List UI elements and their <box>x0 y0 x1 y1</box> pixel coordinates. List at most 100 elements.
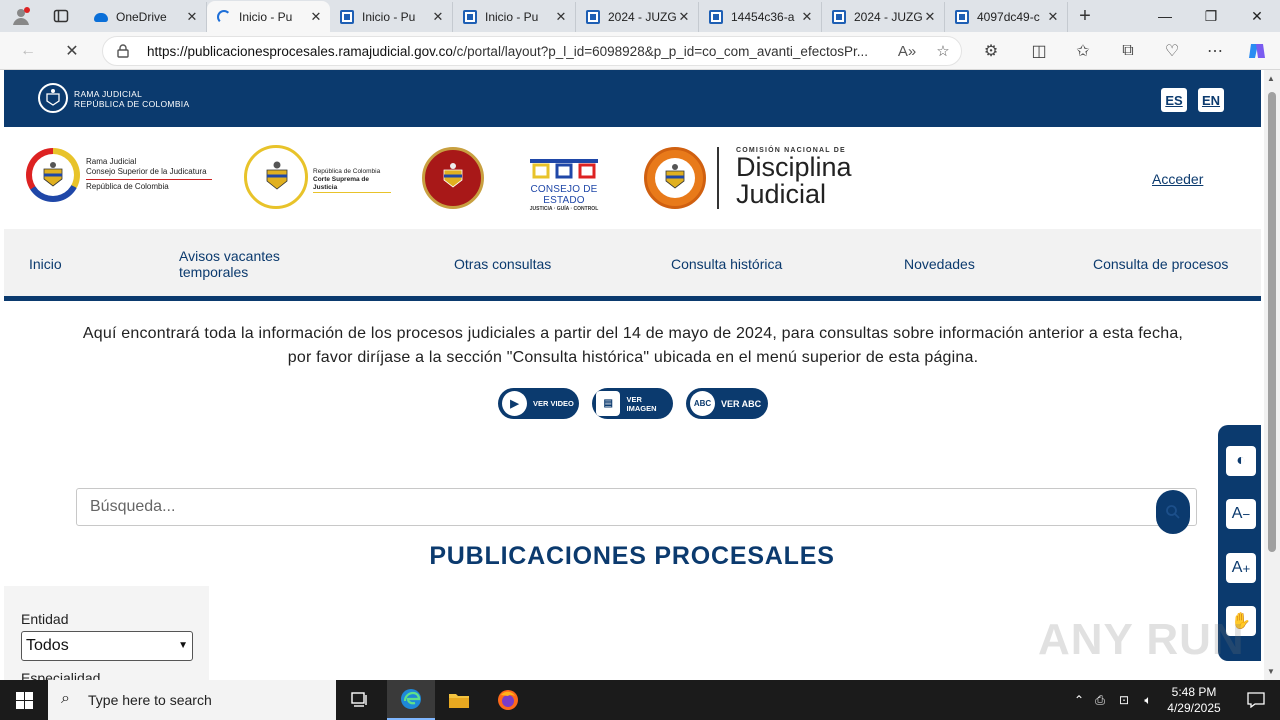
logo-divider <box>717 147 719 209</box>
ver-video-label: VER VIDEO <box>533 399 574 408</box>
split-screen-icon[interactable]: ◫ <box>1025 38 1053 64</box>
csj-line3: República de Colombia <box>86 182 169 191</box>
tab-4097dc49[interactable]: 4097dc49-c ✕ <box>945 2 1068 32</box>
institution-logos: Rama Judicial Consejo Superior de la Jud… <box>4 127 1261 229</box>
menu-consulta-historica[interactable]: Consulta histórica <box>671 256 782 272</box>
menu-otras-consultas[interactable]: Otras consultas <box>454 256 551 272</box>
network-icon[interactable]: ⊡ <box>1112 693 1136 707</box>
csj-text: Rama Judicial Consejo Superior de la Jud… <box>86 157 212 192</box>
notifications-icon[interactable] <box>1232 680 1280 720</box>
entidad-select[interactable]: Todos ▼ <box>21 631 193 661</box>
read-aloud-icon[interactable]: A» <box>889 43 925 60</box>
browser-tab-strip: OneDrive ✕ Inicio - Pu ✕ Inicio - Pu ✕ Inic… <box>0 0 1280 32</box>
disciplina-text: Disciplina <box>736 152 852 182</box>
firefox-icon[interactable] <box>484 680 532 720</box>
increase-font-icon[interactable]: A + <box>1226 553 1256 583</box>
tab-label: 4097dc49-c <box>977 10 1040 24</box>
menu-consulta-procesos[interactable]: Consulta de procesos <box>1093 256 1228 272</box>
menu-inicio[interactable]: Inicio <box>29 256 62 272</box>
tab-2024-juzg[interactable]: 2024 - JUZG ✕ <box>576 2 699 32</box>
chevron-down-icon: ▼ <box>178 640 188 651</box>
ver-abc-button[interactable]: ABC VER ABC <box>686 388 768 419</box>
tab-2024-juzg-2[interactable]: 2024 - JUZG ✕ <box>822 2 945 32</box>
address-bar[interactable]: https://publicacionesprocesales.ramajudi… <box>102 36 962 66</box>
stop-loading-button[interactable]: ✕ <box>58 38 86 64</box>
intro-line1: Aquí encontrará toda la información de l… <box>82 325 1184 342</box>
consejo-estado-motto: JUSTICIA · GUÍA · CONTROL <box>529 206 599 212</box>
entidad-select-value: Todos <box>26 637 69 654</box>
back-button[interactable]: ← <box>14 38 42 64</box>
menu-novedades[interactable]: Novedades <box>904 256 975 272</box>
search-input[interactable] <box>77 489 1157 525</box>
tray-chevron-up-icon[interactable]: ⌃ <box>1070 693 1088 707</box>
minimize-button[interactable]: — <box>1142 0 1188 32</box>
close-tab-icon[interactable]: ✕ <box>922 9 938 25</box>
edge-taskbar-icon[interactable] <box>387 680 435 720</box>
lock-icon <box>117 44 131 58</box>
search-box <box>76 488 1197 534</box>
taskbar-search-box[interactable]: ⌕ Type here to search <box>48 680 336 720</box>
clock-date: 4/29/2025 <box>1167 701 1221 715</box>
decrease-font-icon[interactable]: A − <box>1226 499 1256 529</box>
restore-button[interactable]: ❐ <box>1188 0 1234 32</box>
tab-inicio-2[interactable]: Inicio - Pu ✕ <box>330 2 453 32</box>
tab-label: 14454c36-a <box>731 10 795 24</box>
contrast-icon[interactable]: ◐ <box>1226 446 1256 476</box>
collections-icon[interactable]: ⧉ <box>1114 38 1142 64</box>
ver-imagen-label: VER IMAGEN <box>626 394 657 413</box>
menu-avisos-vacantes[interactable]: Avisos vacantes temporales <box>179 248 280 280</box>
close-tab-icon[interactable]: ✕ <box>184 9 200 25</box>
close-tab-icon[interactable]: ✕ <box>799 9 815 25</box>
close-tab-icon[interactable]: ✕ <box>308 9 324 25</box>
file-explorer-icon[interactable] <box>435 680 483 720</box>
system-tray: ⌃ ⎙ ⊡ 🔈︎ <box>1070 680 1160 720</box>
browser-essentials-icon[interactable]: ♡ <box>1158 38 1186 64</box>
banner-org-line2: República de Colombia <box>74 99 190 109</box>
site-favicon-icon <box>340 10 354 24</box>
extensions-icon[interactable]: ⚙ <box>977 38 1005 64</box>
tab-actions-icon[interactable] <box>40 0 82 32</box>
lang-es-button[interactable]: ES <box>1161 88 1187 112</box>
ver-video-button[interactable]: ▶ VER VIDEO <box>498 388 579 419</box>
page-scrollbar[interactable]: ▲ ▼ <box>1264 70 1280 680</box>
url-path: /c/portal/layout?p_l_id=6098928&p_p_id=c… <box>452 43 868 59</box>
csj-line1: Rama Judicial <box>86 157 137 166</box>
favorites-icon[interactable]: ✩ <box>1069 38 1097 64</box>
favorite-star-icon[interactable]: ☆ <box>925 42 961 60</box>
judicial-text: Judicial <box>736 179 827 209</box>
new-tab-button[interactable]: + <box>1068 0 1102 32</box>
ver-abc-label: VER ABC <box>721 398 762 409</box>
tab-14454c36[interactable]: 14454c36-a ✕ <box>699 2 822 32</box>
page-title: PUBLICACIONES PROCESALES <box>429 542 835 570</box>
ver-imagen-button[interactable]: ▤ VER IMAGEN <box>592 388 673 419</box>
taskbar-clock[interactable]: 5:48 PM 4/29/2025 <box>1156 684 1232 716</box>
network-device-icon[interactable]: ⎙ <box>1088 693 1112 708</box>
close-window-button[interactable]: ✕ <box>1234 0 1280 32</box>
close-tab-icon[interactable]: ✕ <box>676 9 692 25</box>
copilot-icon[interactable] <box>1243 38 1271 64</box>
search-button[interactable] <box>1156 490 1190 534</box>
tab-onedrive[interactable]: OneDrive ✕ <box>84 2 207 32</box>
profile-icon[interactable] <box>0 0 42 32</box>
lang-en-button[interactable]: EN <box>1198 88 1224 112</box>
close-tab-icon[interactable]: ✕ <box>1045 9 1061 25</box>
tab-label: OneDrive <box>116 10 167 24</box>
tab-inicio-3[interactable]: Inicio - Pu ✕ <box>453 2 576 32</box>
task-view-icon[interactable] <box>336 680 384 720</box>
start-button[interactable] <box>0 680 48 720</box>
settings-more-icon[interactable]: ⋯ <box>1201 38 1229 64</box>
scroll-down-icon[interactable]: ▼ <box>1267 667 1275 676</box>
tab-label: 2024 - JUZG <box>608 10 676 24</box>
tab-inicio-active[interactable]: Inicio - Pu ✕ <box>207 1 330 32</box>
scroll-thumb[interactable] <box>1268 92 1276 552</box>
search-icon <box>1166 505 1180 519</box>
banner-org-line1: Rama Judicial <box>74 89 143 99</box>
acceder-link[interactable]: Acceder <box>1152 171 1203 187</box>
entidad-label: Entidad <box>21 611 69 627</box>
comision-disciplina-seal <box>644 147 706 209</box>
scroll-up-icon[interactable]: ▲ <box>1267 74 1275 83</box>
csj-line2: Consejo Superior de la Judicatura <box>86 167 212 180</box>
close-tab-icon[interactable]: ✕ <box>430 9 446 25</box>
close-tab-icon[interactable]: ✕ <box>553 9 569 25</box>
windows-taskbar: ⌕ Type here to search ⌃ ⎙ ⊡ 🔈︎ 5:48 PM 4… <box>0 680 1280 720</box>
